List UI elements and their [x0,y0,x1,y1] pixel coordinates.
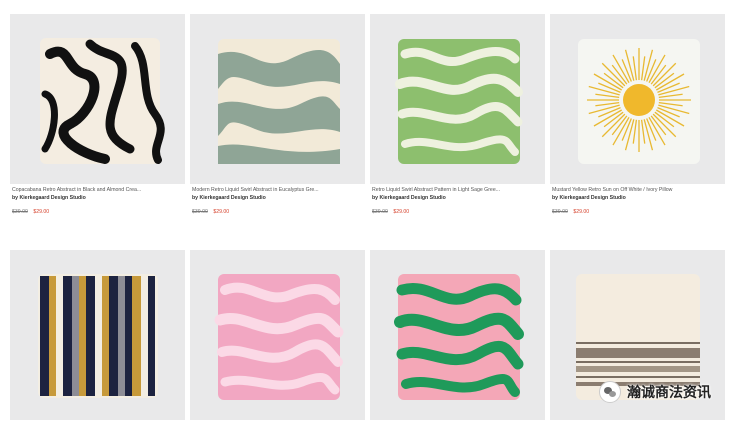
product-image[interactable] [370,250,545,420]
original-price: $39.00 [552,209,568,215]
product-title[interactable]: Mustard Yellow Retro Sun on Off White / … [552,187,724,193]
product-title[interactable]: Copacabana Retro Abstract in Black and A… [12,187,184,193]
sale-price: $29.00 [213,209,230,215]
sale-price: $29.00 [33,209,50,215]
product-price: $39.00 $29.00 [12,209,49,215]
product-artist[interactable]: by Kierkegaard Design Studio [552,195,626,201]
product-artist[interactable]: by Kierkegaard Design Studio [372,195,446,201]
product-artist[interactable]: by Kierkegaard Design Studio [12,195,86,201]
sale-price: $29.00 [573,209,590,215]
product-image[interactable] [190,14,365,184]
product-grid: Copacabana Retro Abstract in Black and A… [0,0,733,425]
product-image[interactable] [370,14,545,184]
product-image[interactable] [190,250,365,420]
product-title[interactable]: Modern Retro Liquid Swirl Abstract in Eu… [192,187,364,193]
product-artist[interactable]: by Kierkegaard Design Studio [192,195,266,201]
original-price: $39.00 [372,209,388,215]
sale-price: $29.00 [393,209,410,215]
product-image[interactable] [10,250,185,420]
product-image[interactable] [550,14,725,184]
original-price: $39.00 [12,209,28,215]
wechat-logo-icon [599,381,621,403]
watermark: 瀚诚商法资讯 [599,380,711,404]
product-price: $39.00 $29.00 [192,209,229,215]
watermark-text: 瀚诚商法资讯 [627,385,711,401]
product-price: $39.00 $29.00 [372,209,409,215]
product-image[interactable] [10,14,185,184]
product-price: $39.00 $29.00 [552,209,589,215]
product-title[interactable]: Retro Liquid Swirl Abstract Pattern in L… [372,187,544,193]
original-price: $39.00 [192,209,208,215]
